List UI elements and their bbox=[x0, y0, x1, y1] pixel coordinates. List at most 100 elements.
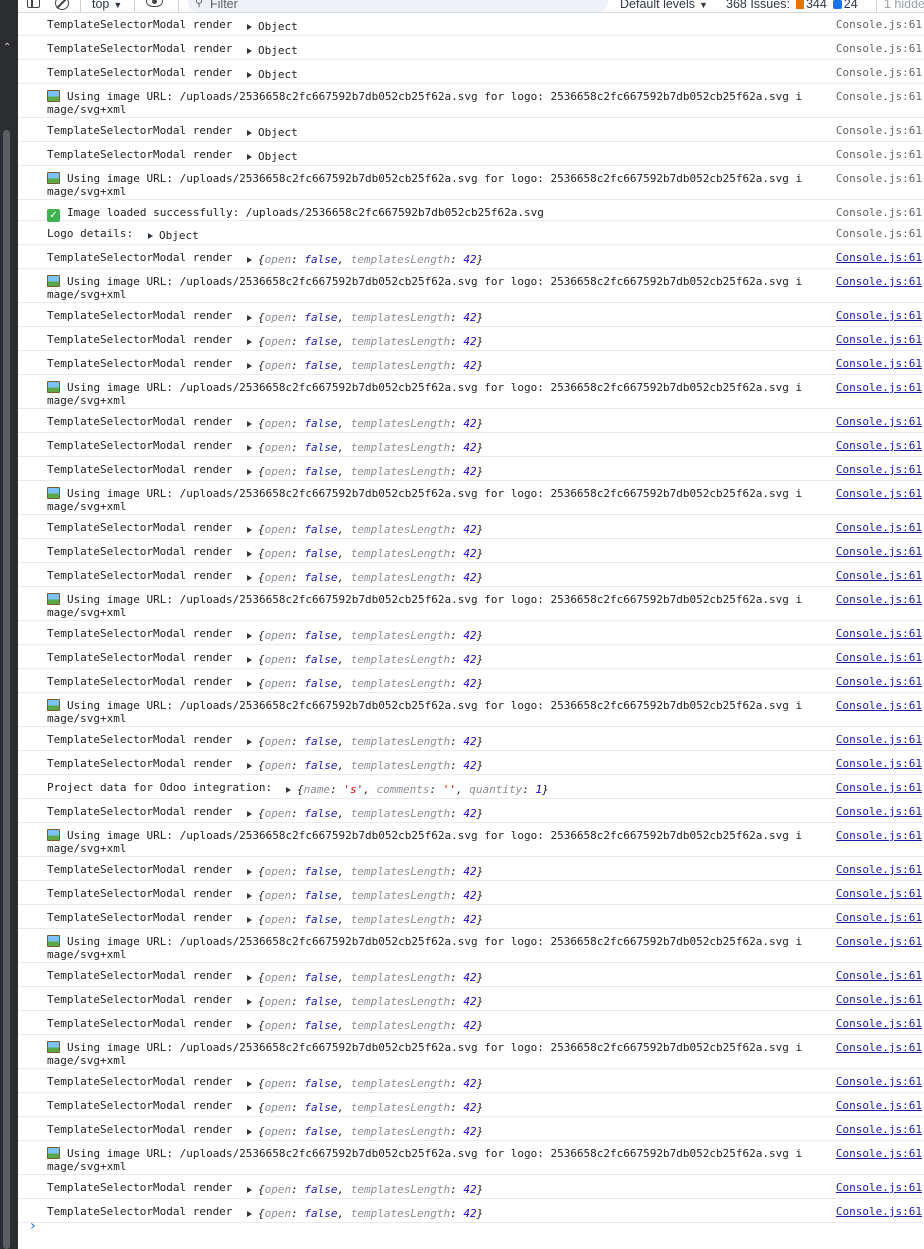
expand-triangle-icon[interactable] bbox=[247, 975, 252, 981]
object-preview[interactable]: {open: false, templatesLength: 42} bbox=[247, 311, 483, 324]
object-preview[interactable]: {open: false, templatesLength: 42} bbox=[247, 677, 483, 690]
object-preview[interactable]: {open: false, templatesLength: 42} bbox=[247, 807, 483, 820]
expand-triangle-icon[interactable] bbox=[247, 72, 252, 78]
expand-triangle-icon[interactable] bbox=[247, 339, 252, 345]
source-link[interactable]: Console.js:61 bbox=[836, 227, 922, 240]
expand-triangle-icon[interactable] bbox=[247, 315, 252, 321]
source-link[interactable]: Console.js:61 bbox=[836, 487, 922, 500]
source-link[interactable]: Console.js:61 bbox=[836, 251, 922, 264]
object-preview[interactable]: Object bbox=[247, 20, 298, 33]
expand-triangle-icon[interactable] bbox=[247, 999, 252, 1005]
source-link[interactable]: Console.js:61 bbox=[836, 90, 922, 103]
object-preview[interactable]: {open: false, templatesLength: 42} bbox=[247, 759, 483, 772]
source-link[interactable]: Console.js:61 bbox=[836, 627, 922, 640]
source-link[interactable]: Console.js:61 bbox=[836, 993, 922, 1006]
object-preview[interactable]: Object bbox=[247, 126, 298, 139]
source-link[interactable]: Console.js:61 bbox=[836, 42, 922, 55]
object-preview[interactable]: {open: false, templatesLength: 42} bbox=[247, 417, 483, 430]
sidebar-toggle-icon[interactable] bbox=[27, 0, 40, 8]
console-prompt-icon[interactable]: › bbox=[30, 1218, 36, 1234]
source-link[interactable]: Console.js:61 bbox=[836, 1205, 922, 1218]
eye-icon[interactable] bbox=[146, 0, 163, 7]
object-preview[interactable]: {open: false, templatesLength: 42} bbox=[247, 971, 483, 984]
source-link[interactable]: Console.js:61 bbox=[836, 66, 922, 79]
source-link[interactable]: Console.js:61 bbox=[836, 1041, 922, 1054]
source-link[interactable]: Console.js:61 bbox=[836, 829, 922, 842]
source-link[interactable]: Console.js:61 bbox=[836, 805, 922, 818]
object-preview[interactable]: Object bbox=[247, 44, 298, 57]
source-link[interactable]: Console.js:61 bbox=[836, 1017, 922, 1030]
source-link[interactable]: Console.js:61 bbox=[836, 699, 922, 712]
source-link[interactable]: Console.js:61 bbox=[836, 172, 922, 185]
expand-triangle-icon[interactable] bbox=[286, 787, 291, 793]
object-preview[interactable]: {open: false, templatesLength: 42} bbox=[247, 1207, 483, 1220]
object-preview[interactable]: {open: false, templatesLength: 42} bbox=[247, 1125, 483, 1138]
object-preview[interactable]: {open: false, templatesLength: 42} bbox=[247, 359, 483, 372]
source-link[interactable]: Console.js:61 bbox=[836, 1147, 922, 1160]
source-link[interactable]: Console.js:61 bbox=[836, 545, 922, 558]
expand-triangle-icon[interactable] bbox=[247, 575, 252, 581]
expand-triangle-icon[interactable] bbox=[247, 1211, 252, 1217]
object-preview[interactable]: {open: false, templatesLength: 42} bbox=[247, 1183, 483, 1196]
object-preview[interactable]: {open: false, templatesLength: 42} bbox=[247, 335, 483, 348]
source-link[interactable]: Console.js:61 bbox=[836, 1099, 922, 1112]
expand-triangle-icon[interactable] bbox=[247, 917, 252, 923]
expand-triangle-icon[interactable] bbox=[247, 1187, 252, 1193]
source-link[interactable]: Console.js:61 bbox=[836, 275, 922, 288]
expand-triangle-icon[interactable] bbox=[247, 869, 252, 875]
object-preview[interactable]: {name: 's', comments: '', quantity: 1} bbox=[286, 783, 549, 796]
scrollbar[interactable] bbox=[3, 130, 10, 1249]
expand-triangle-icon[interactable] bbox=[247, 1023, 252, 1029]
object-preview[interactable]: {open: false, templatesLength: 42} bbox=[247, 571, 483, 584]
object-preview[interactable]: {open: false, templatesLength: 42} bbox=[247, 889, 483, 902]
expand-triangle-icon[interactable] bbox=[148, 233, 153, 239]
source-link[interactable]: Console.js:61 bbox=[836, 911, 922, 924]
filter-input[interactable] bbox=[188, 0, 608, 12]
expand-triangle-icon[interactable] bbox=[247, 445, 252, 451]
source-link[interactable]: Console.js:61 bbox=[836, 1181, 922, 1194]
object-preview[interactable]: {open: false, templatesLength: 42} bbox=[247, 465, 483, 478]
expand-triangle-icon[interactable] bbox=[247, 1129, 252, 1135]
source-link[interactable]: Console.js:61 bbox=[836, 863, 922, 876]
expand-triangle-icon[interactable] bbox=[247, 633, 252, 639]
source-link[interactable]: Console.js:61 bbox=[836, 463, 922, 476]
expand-triangle-icon[interactable] bbox=[247, 739, 252, 745]
object-preview[interactable]: {open: false, templatesLength: 42} bbox=[247, 865, 483, 878]
object-preview[interactable]: {open: false, templatesLength: 42} bbox=[247, 1019, 483, 1032]
object-preview[interactable]: Object bbox=[247, 68, 298, 81]
expand-triangle-icon[interactable] bbox=[247, 154, 252, 160]
log-levels-dropdown[interactable]: Default levels ▼ bbox=[620, 0, 708, 11]
source-link[interactable]: Console.js:61 bbox=[836, 1075, 922, 1088]
object-preview[interactable]: {open: false, templatesLength: 42} bbox=[247, 653, 483, 666]
source-link[interactable]: Console.js:61 bbox=[836, 309, 922, 322]
source-link[interactable]: Console.js:61 bbox=[836, 887, 922, 900]
source-link[interactable]: Console.js:61 bbox=[836, 148, 922, 161]
source-link[interactable]: Console.js:61 bbox=[836, 733, 922, 746]
source-link[interactable]: Console.js:61 bbox=[836, 651, 922, 664]
source-link[interactable]: Console.js:61 bbox=[836, 124, 922, 137]
source-link[interactable]: Console.js:61 bbox=[836, 18, 922, 31]
expand-triangle-icon[interactable] bbox=[247, 681, 252, 687]
object-preview[interactable]: {open: false, templatesLength: 42} bbox=[247, 441, 483, 454]
source-link[interactable]: Console.js:61 bbox=[836, 935, 922, 948]
object-preview[interactable]: {open: false, templatesLength: 42} bbox=[247, 629, 483, 642]
context-selector[interactable]: top ▼ bbox=[92, 0, 122, 11]
expand-triangle-icon[interactable] bbox=[247, 469, 252, 475]
source-link[interactable]: Console.js:61 bbox=[836, 593, 922, 606]
object-preview[interactable]: {open: false, templatesLength: 42} bbox=[247, 913, 483, 926]
expand-triangle-icon[interactable] bbox=[247, 130, 252, 136]
expand-triangle-icon[interactable] bbox=[247, 1105, 252, 1111]
source-link[interactable]: Console.js:61 bbox=[836, 781, 922, 794]
source-link[interactable]: Console.js:61 bbox=[836, 206, 922, 219]
expand-triangle-icon[interactable] bbox=[247, 1081, 252, 1087]
expand-triangle-icon[interactable] bbox=[247, 657, 252, 663]
source-link[interactable]: Console.js:61 bbox=[836, 675, 922, 688]
expand-triangle-icon[interactable] bbox=[247, 527, 252, 533]
source-link[interactable]: Console.js:61 bbox=[836, 521, 922, 534]
source-link[interactable]: Console.js:61 bbox=[836, 333, 922, 346]
issues-button[interactable]: 368 Issues: 344 24 bbox=[726, 0, 858, 11]
expand-triangle-icon[interactable] bbox=[247, 48, 252, 54]
object-preview[interactable]: {open: false, templatesLength: 42} bbox=[247, 1077, 483, 1090]
object-preview[interactable]: {open: false, templatesLength: 42} bbox=[247, 1101, 483, 1114]
expand-triangle-icon[interactable] bbox=[247, 257, 252, 263]
